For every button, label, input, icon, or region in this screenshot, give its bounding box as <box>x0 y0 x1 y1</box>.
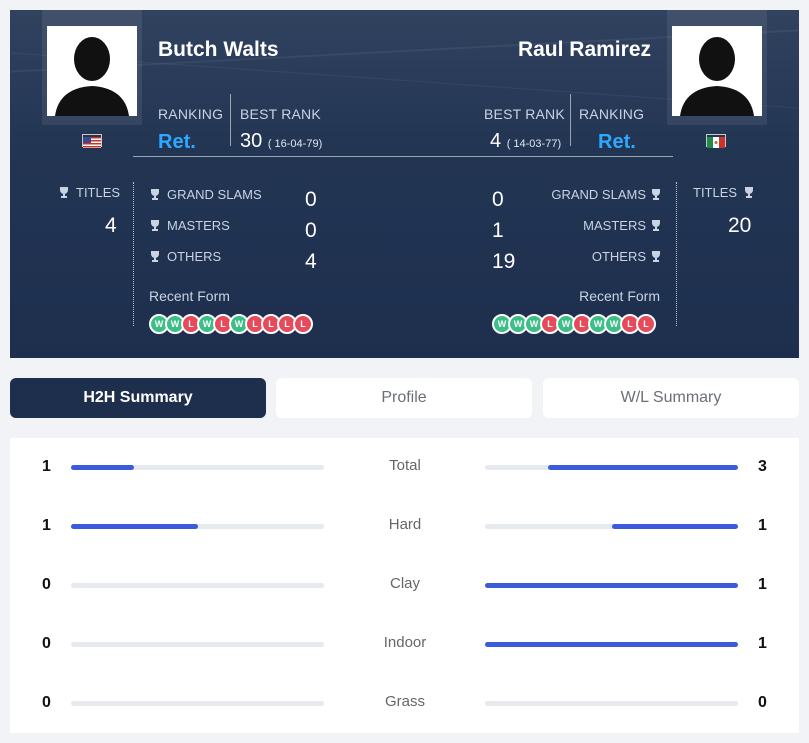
tab-h2h-summary[interactable]: H2H Summary <box>10 378 266 418</box>
silhouette-icon <box>47 26 137 116</box>
player1-name[interactable]: Butch Walts <box>158 38 279 62</box>
h2h-row: 1 Hard 1 <box>10 511 799 541</box>
player2-recent-form: WWWLWLWWLL <box>492 314 662 334</box>
player1-best-rank-value: 30 <box>240 130 263 152</box>
h2h-row: 0 Indoor 1 <box>10 629 799 659</box>
divider <box>133 182 134 326</box>
h2h-player2-count: 1 <box>758 576 767 593</box>
h2h-player2-bar <box>485 465 738 470</box>
player1-masters-value: 0 <box>305 219 317 242</box>
h2h-player2-bar-fill <box>611 524 738 529</box>
player1-best-rank-label: BEST RANK <box>240 106 321 122</box>
h2h-player1-bar <box>71 701 324 706</box>
divider <box>676 182 677 326</box>
trophy-icon <box>652 220 660 231</box>
h2h-player2-bar-fill <box>485 642 738 647</box>
h2h-player1-count: 0 <box>42 635 51 652</box>
player1-recent-form-label: Recent Form <box>149 288 230 304</box>
player2-recent-form-label: Recent Form <box>579 288 660 304</box>
player1-ranking-label: RANKING <box>158 106 224 122</box>
trophy-icon <box>652 189 660 200</box>
h2h-player2-bar-fill <box>485 583 738 588</box>
h2h-player1-count: 1 <box>42 458 51 475</box>
mexico-flag-icon <box>706 134 726 148</box>
player2-ranking-value: Ret. <box>598 131 636 153</box>
divider <box>570 94 571 146</box>
h2h-category-label: Total <box>389 457 421 474</box>
h2h-category-label: Clay <box>389 575 420 592</box>
h2h-player1-bar-fill <box>71 524 198 529</box>
h2h-player2-bar <box>485 642 738 647</box>
trophy-icon <box>652 251 660 262</box>
player1-titles-label: TITLES <box>59 185 120 200</box>
trophy-icon <box>745 187 754 198</box>
h2h-player1-bar <box>71 642 324 647</box>
h2h-category-label: Grass <box>384 693 425 710</box>
h2h-player1-count: 1 <box>42 517 51 534</box>
player2-masters-value: 1 <box>492 219 504 242</box>
player1-grand-slams-value: 0 <box>305 188 317 211</box>
player1-masters-label: MASTERS <box>150 218 230 233</box>
h2h-row: 0 Clay 1 <box>10 570 799 600</box>
player2-grand-slams-value: 0 <box>492 188 504 211</box>
silhouette-icon <box>672 26 762 116</box>
tab-profile[interactable]: Profile <box>276 378 532 418</box>
h2h-row: 0 Grass 0 <box>10 688 799 718</box>
player1-others-label: OTHERS <box>150 249 221 264</box>
trophy-icon <box>60 187 68 198</box>
h2h-category-label: Hard <box>388 516 422 533</box>
player2-name[interactable]: Raul Ramirez <box>518 38 651 62</box>
player2-others-value: 19 <box>492 250 516 273</box>
trophy-icon <box>151 251 159 262</box>
h2h-player1-bar-fill <box>71 465 135 470</box>
trophy-icon <box>151 220 159 231</box>
h2h-player2-count: 3 <box>758 458 767 475</box>
h2h-player1-bar <box>71 583 324 588</box>
divider <box>230 94 231 146</box>
divider <box>133 156 673 157</box>
player2-titles-label: TITLES <box>693 185 754 200</box>
h2h-player2-count: 0 <box>758 694 767 711</box>
h2h-player1-count: 0 <box>42 576 51 593</box>
player2-best-rank-value: 4 <box>490 130 502 152</box>
player2-avatar[interactable] <box>667 10 767 125</box>
h2h-player2-bar <box>485 701 738 706</box>
h2h-player1-bar <box>71 524 324 529</box>
h2h-category-label: Indoor <box>383 634 427 651</box>
player2-others-label: OTHERS <box>592 249 661 264</box>
player2-ranking-label: RANKING <box>579 106 645 122</box>
h2h-player2-bar-fill <box>548 465 738 470</box>
player2-best-rank-label: BEST RANK <box>484 106 565 122</box>
trophy-icon <box>151 189 159 200</box>
player1-titles-value: 4 <box>105 214 117 237</box>
player1-grand-slams-label: GRAND SLAMS <box>150 187 262 202</box>
player-comparison-header: Butch Walts Raul Ramirez RANKING Ret. BE… <box>10 10 799 358</box>
player1-recent-form: WWLWLWLLLL <box>149 314 319 334</box>
player1-others-value: 4 <box>305 250 317 273</box>
player2-form-result[interactable]: L <box>636 314 656 334</box>
player1-ranking-value: Ret. <box>158 131 196 153</box>
h2h-player1-bar <box>71 465 324 470</box>
h2h-player2-count: 1 <box>758 517 767 534</box>
player2-titles-value: 20 <box>728 214 752 237</box>
tab-wl-summary[interactable]: W/L Summary <box>543 378 799 418</box>
player1-form-result[interactable]: L <box>293 314 313 334</box>
player2-best-rank: 4 ( 14-03-77) <box>490 130 561 153</box>
h2h-summary-panel: 1 Total 3 1 Hard 1 0 Clay 1 0 Indoor 1 0 Grass 0 <box>10 438 799 733</box>
player2-grand-slams-label: GRAND SLAMS <box>551 187 661 202</box>
player1-best-rank: 30 ( 16-04-79) <box>240 130 322 153</box>
us-flag-icon <box>82 134 102 148</box>
h2h-player2-bar <box>485 524 738 529</box>
h2h-player2-count: 1 <box>758 635 767 652</box>
player1-best-rank-date: ( 16-04-79) <box>267 138 323 150</box>
player2-masters-label: MASTERS <box>583 218 661 233</box>
h2h-row: 1 Total 3 <box>10 452 799 482</box>
h2h-player2-bar <box>485 583 738 588</box>
player2-best-rank-date: ( 14-03-77) <box>506 138 562 150</box>
player1-avatar[interactable] <box>42 10 142 125</box>
h2h-player1-count: 0 <box>42 694 51 711</box>
